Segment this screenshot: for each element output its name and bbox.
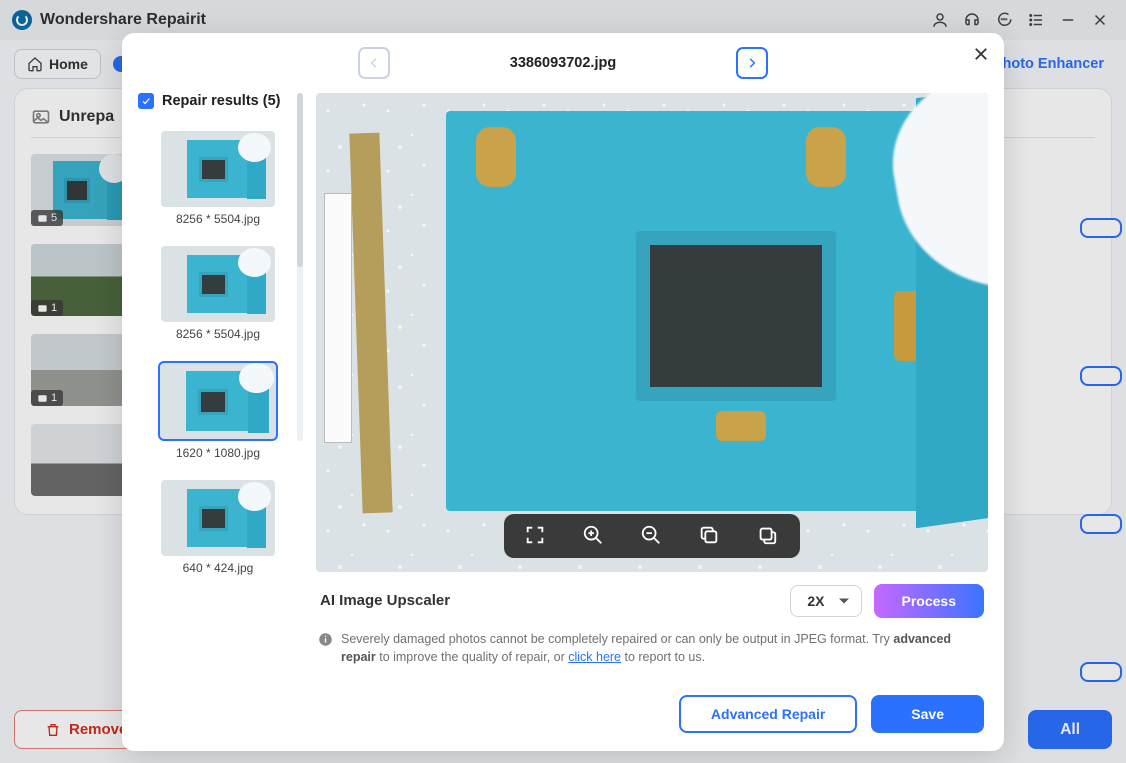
thumb-caption: 1620 * 1080.jpg (176, 446, 260, 460)
info-text-1: Severely damaged photos cannot be comple… (341, 632, 893, 646)
zoom-in-icon[interactable] (582, 524, 606, 548)
filename: 3386093702.jpg (510, 55, 616, 71)
info-link[interactable]: click here (568, 650, 621, 664)
result-thumb-3[interactable]: 1620 * 1080.jpg (158, 361, 278, 460)
save-button[interactable]: Save (871, 695, 984, 733)
thumb-caption: 8256 * 5504.jpg (176, 327, 260, 341)
prev-button[interactable] (358, 47, 390, 79)
result-thumb-2[interactable]: 8256 * 5504.jpg (161, 246, 275, 341)
modal-header: 3386093702.jpg (122, 33, 1004, 93)
close-icon[interactable] (972, 45, 990, 68)
zoom-out-icon[interactable] (640, 524, 664, 548)
copy-icon[interactable] (698, 524, 722, 548)
fullscreen-icon[interactable] (524, 524, 548, 548)
thumb-scrollbar[interactable] (297, 93, 303, 441)
info-text-3: to report to us. (621, 650, 705, 664)
process-button[interactable]: Process (874, 584, 984, 618)
image-preview (316, 93, 988, 572)
info-text-2: to improve the quality of repair, or (376, 650, 568, 664)
compare-icon[interactable] (756, 524, 780, 548)
preview-modal: 3386093702.jpg Repair results (5) 8256 *… (122, 33, 1004, 751)
checkbox-icon[interactable] (138, 93, 154, 109)
info-note: Severely damaged photos cannot be comple… (316, 624, 988, 682)
modal-footer: Advanced Repair Save (122, 695, 1004, 751)
thumb-caption: 640 * 424.jpg (183, 561, 254, 575)
repair-results-text: Repair results (5) (162, 93, 280, 109)
preview-toolbar (504, 514, 800, 558)
result-thumb-4[interactable]: 640 * 424.jpg (161, 480, 275, 575)
thumb-caption: 8256 * 5504.jpg (176, 212, 260, 226)
next-button[interactable] (736, 47, 768, 79)
repair-results-label[interactable]: Repair results (5) (138, 93, 298, 109)
upscaler-label: AI Image Upscaler (320, 592, 450, 609)
advanced-repair-button[interactable]: Advanced Repair (679, 695, 857, 733)
upscale-select[interactable]: 2X (790, 585, 861, 617)
result-thumb-1[interactable]: 8256 * 5504.jpg (161, 131, 275, 226)
